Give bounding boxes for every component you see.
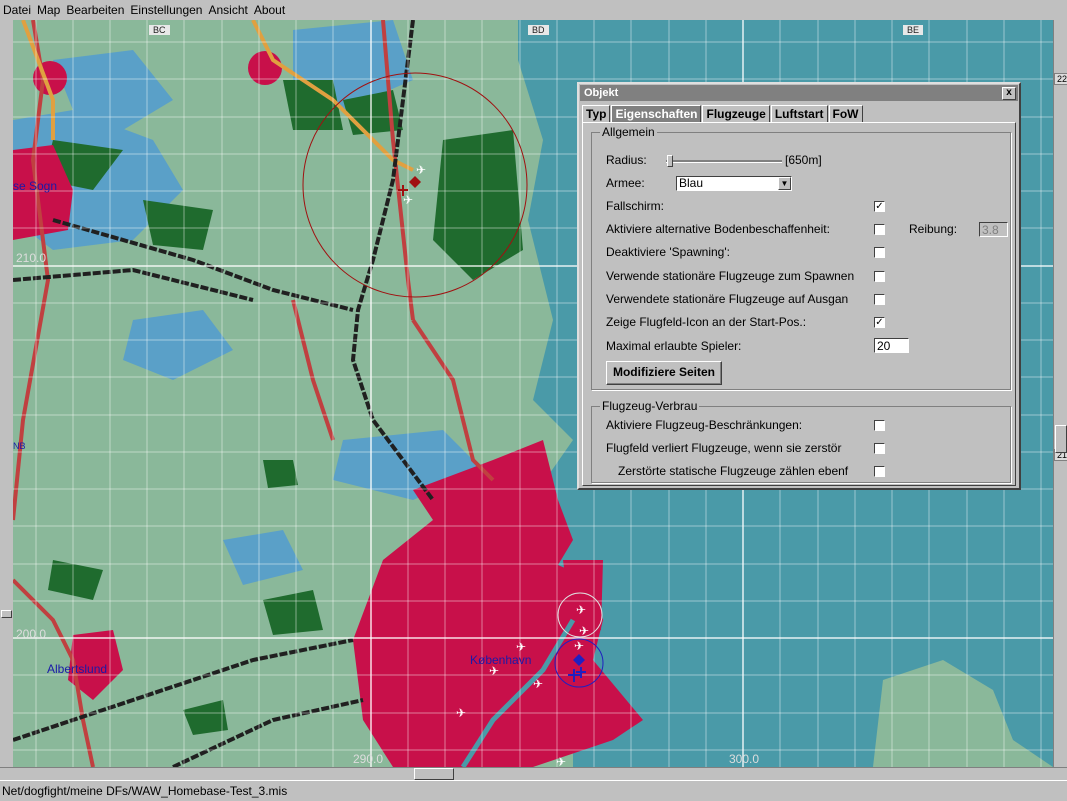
verliert-checkbox[interactable]: [874, 443, 885, 454]
radius-slider-thumb[interactable]: [667, 155, 673, 167]
flugfeld-icon-label: Zeige Flugfeld-Icon an der Start-Pos.:: [606, 315, 807, 329]
menubar: Datei Map Bearbeiten Einstellungen Ansic…: [0, 0, 1067, 20]
flugfeld-icon-checkbox[interactable]: ✓: [874, 317, 885, 328]
menu-ansicht[interactable]: Ansicht: [205, 0, 250, 20]
plane-icon[interactable]: ✈: [403, 193, 413, 207]
beschraenkungen-checkbox[interactable]: [874, 420, 885, 431]
plane-icon[interactable]: ✈: [579, 624, 589, 638]
stationaer-spawn-checkbox[interactable]: [874, 271, 885, 282]
plane-icon[interactable]: ✈: [416, 163, 426, 177]
grid-col-label: BE: [903, 25, 924, 35]
tab-fow[interactable]: FoW: [828, 105, 863, 123]
plane-icon[interactable]: ✈: [556, 755, 566, 767]
radius-slider-track[interactable]: [666, 160, 782, 163]
eigenschaften-panel: Allgemein Radius: [650m] Armee: Blau ▼ F…: [582, 122, 1016, 486]
armee-select[interactable]: Blau ▼: [676, 176, 792, 191]
chevron-down-icon[interactable]: ▼: [778, 177, 791, 190]
armee-selected-value: Blau: [679, 176, 704, 190]
tab-typ[interactable]: Typ: [582, 105, 611, 123]
plane-icon[interactable]: ✈: [576, 603, 586, 617]
coord-label-200: 200.0: [16, 627, 47, 641]
forest: [263, 460, 298, 488]
tab-flugzeuge[interactable]: Flugzeuge: [702, 105, 770, 123]
zerstoerte-label: Zerstörte statische Flugzeuge zählen ebe…: [618, 464, 849, 478]
armee-label: Armee:: [606, 176, 645, 190]
stationaer-ausgang-checkbox[interactable]: [874, 294, 885, 305]
zerstoerte-checkbox[interactable]: [874, 466, 885, 477]
max-spieler-label: Maximal erlaubte Spieler:: [606, 339, 742, 353]
coord-label-300: 300.0: [729, 752, 760, 766]
place-kobenhavn: København: [470, 653, 532, 667]
plane-icon[interactable]: ✈: [456, 706, 466, 720]
dialog-title: Objekt: [584, 87, 619, 99]
fallschirm-label: Fallschirm:: [606, 199, 665, 213]
stationaer-spawn-label: Verwende stationäre Flugzeuge zum Spawne…: [606, 269, 855, 283]
statusbar: Net/dogfight/meine DFs/WAW_Homebase-Test…: [0, 780, 1067, 800]
grid-col-label: BD: [528, 25, 549, 35]
bodenbeschaffenheit-label: Aktiviere alternative Bodenbeschaffenhei…: [606, 222, 830, 236]
bodenbeschaffenheit-checkbox[interactable]: [874, 224, 885, 235]
max-spieler-field[interactable]: 20: [874, 338, 909, 353]
plane-icon[interactable]: ✈: [533, 677, 543, 691]
stationaer-ausgang-label: Verwendete stationäre Flugzeuge auf Ausg…: [606, 292, 849, 306]
urban-area: [248, 51, 282, 85]
horizontal-scroll-thumb[interactable]: [414, 768, 454, 780]
allgemein-group: Allgemein Radius: [650m] Armee: Blau ▼ F…: [591, 125, 1011, 390]
place-albertslund: Albertslund: [47, 662, 108, 676]
place-sogn: se Sogn: [13, 179, 58, 193]
plane-icon[interactable]: ✈: [516, 640, 526, 654]
coord-label-210: 210.0: [16, 251, 47, 265]
row-label: 22: [1054, 73, 1067, 85]
tab-luftstart[interactable]: Luftstart: [770, 105, 828, 123]
menu-einstellungen[interactable]: Einstellungen: [127, 0, 205, 20]
spawning-checkbox[interactable]: [874, 247, 885, 258]
allgemein-title: Allgemein: [600, 125, 657, 139]
tab-eigenschaften[interactable]: Eigenschaften: [611, 105, 702, 123]
dialog-tabs: Typ Eigenschaften Flugzeuge Luftstart Fo…: [582, 105, 864, 123]
reibung-field[interactable]: 3.8: [979, 222, 1008, 237]
menu-about[interactable]: About: [251, 0, 288, 20]
menu-map[interactable]: Map: [34, 0, 63, 20]
plane-icon[interactable]: ✈: [574, 639, 584, 653]
vertical-scroll-thumb[interactable]: [1055, 425, 1067, 453]
grid-row-marker: NB: [13, 441, 26, 451]
vertical-scrollbar[interactable]: 22 21: [1053, 20, 1067, 767]
reibung-label: Reibung:: [909, 222, 958, 236]
menu-bearbeiten[interactable]: Bearbeiten: [63, 0, 127, 20]
grid-col-label: BC: [149, 25, 170, 35]
verliert-label: Flugfeld verliert Flugzeuge, wenn sie ze…: [606, 441, 842, 455]
modify-sides-button[interactable]: Modifiziere Seiten: [606, 361, 722, 385]
dialog-titlebar[interactable]: Objekt x: [580, 85, 1018, 101]
radius-label: Radius:: [606, 153, 647, 167]
objekt-dialog: Objekt x Typ Eigenschaften Flugzeuge Luf…: [577, 82, 1021, 490]
radius-value: [650m]: [785, 153, 822, 167]
verbrauch-group: Flugzeug-Verbrau Aktiviere Flugzeug-Besc…: [591, 399, 1011, 483]
horizontal-scrollbar[interactable]: [0, 767, 1067, 781]
menu-datei[interactable]: Datei: [0, 0, 34, 20]
coord-label-290: 290.0: [353, 752, 384, 766]
left-scroll-strip[interactable]: [0, 20, 14, 767]
verbrauch-title: Flugzeug-Verbrau: [600, 399, 700, 413]
close-icon[interactable]: x: [1002, 87, 1016, 100]
spawning-label: Deaktiviere 'Spawning':: [606, 245, 730, 259]
left-scroll-thumb[interactable]: [1, 610, 12, 618]
fallschirm-checkbox[interactable]: ✓: [874, 201, 885, 212]
beschraenkungen-label: Aktiviere Flugzeug-Beschränkungen:: [606, 418, 803, 432]
